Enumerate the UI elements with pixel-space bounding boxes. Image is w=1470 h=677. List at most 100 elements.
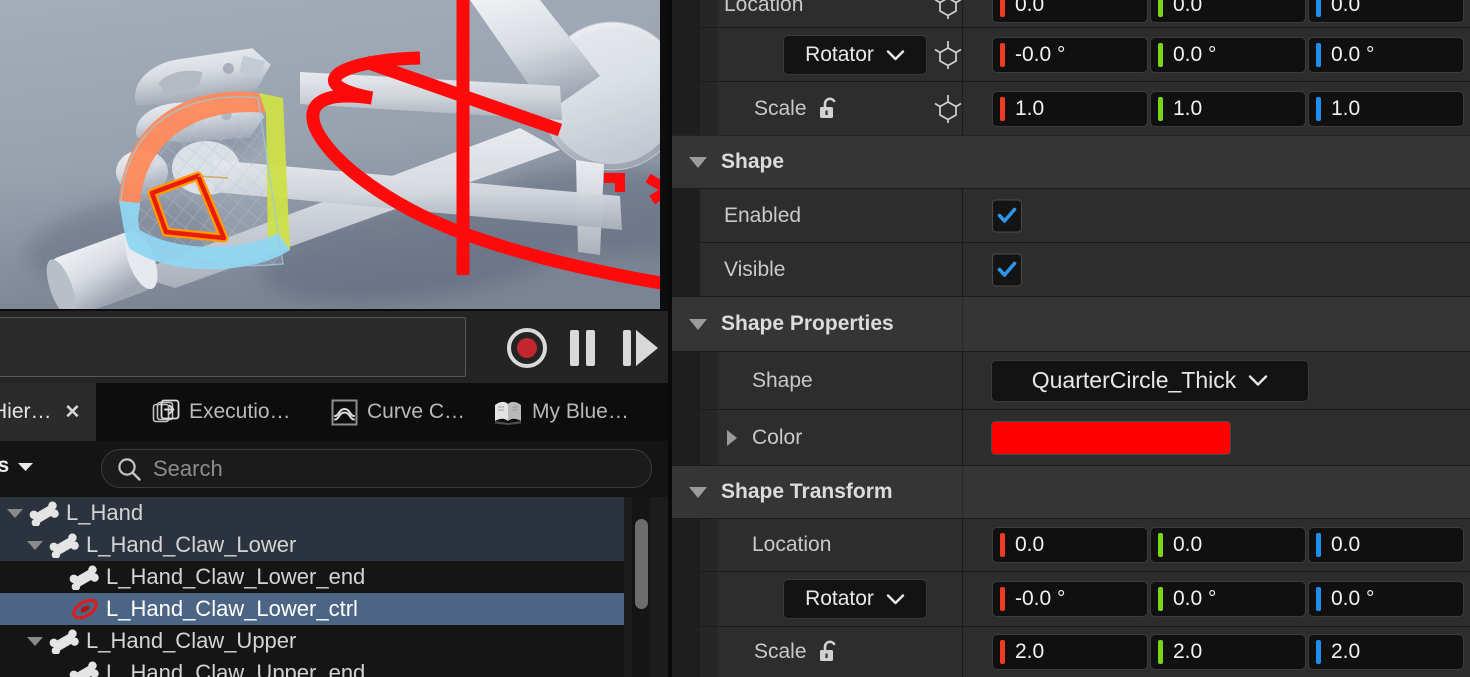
- tree-row-label: L_Hand_Claw_Lower: [86, 532, 297, 557]
- bone-icon: [49, 629, 79, 654]
- location-z-field[interactable]: 0.0: [1308, 0, 1464, 23]
- row-shape[interactable]: Shape QuarterCircle_Thick: [672, 352, 1470, 409]
- tree-row-l-hand-claw-upper-end[interactable]: L_Hand_Claw_Upper_end: [0, 657, 624, 677]
- rotator-y-field[interactable]: 0.0 °: [1150, 36, 1306, 73]
- color-label: Color: [752, 425, 803, 449]
- tree-row-l-hand-claw-lower-ctrl[interactable]: L_Hand_Claw_Lower_ctrl: [0, 593, 624, 625]
- shape-location-x-value: 0.0: [1015, 533, 1045, 556]
- row-rotator-top[interactable]: Rotator -0.0 ° 0.0 ° 0.0 °: [672, 28, 1470, 81]
- search-box[interactable]: [101, 449, 652, 488]
- shape-dropdown[interactable]: QuarterCircle_Thick: [991, 359, 1309, 402]
- tab-my-blueprint[interactable]: My Blue…: [493, 383, 629, 441]
- unlock-icon[interactable]: [817, 96, 841, 122]
- shape-rotator-y-field[interactable]: 0.0 °: [1150, 581, 1306, 617]
- visible-label: Visible: [724, 257, 786, 281]
- tab-close-icon[interactable]: ✕: [65, 403, 81, 422]
- visible-checkbox[interactable]: [992, 253, 1022, 286]
- chevron-down-icon: [886, 594, 905, 605]
- viewport[interactable]: [0, 0, 668, 309]
- tree-row-l-hand-claw-lower[interactable]: L_Hand_Claw_Lower: [0, 529, 624, 561]
- row-shape-scale[interactable]: Scale 2.0 2.0 2.0: [672, 627, 1470, 677]
- step-forward-button[interactable]: [618, 328, 660, 368]
- twisty-expanded-icon[interactable]: [4, 505, 26, 521]
- viewport-render: [0, 0, 668, 309]
- twisty-collapsed-icon[interactable]: [724, 428, 740, 448]
- row-scale-top[interactable]: Scale 1.0 1.0 1.0: [672, 82, 1470, 135]
- scale-z-field[interactable]: 1.0: [1308, 90, 1464, 127]
- hierarchy-tree[interactable]: L_Hand L_Hand_Claw_Lower L_Hand_Claw_Low…: [0, 497, 668, 677]
- scale-y-value: 1.0: [1173, 96, 1203, 120]
- category-header-shape-properties[interactable]: Shape Properties: [672, 297, 1470, 351]
- pivot-axis-icon[interactable]: [934, 40, 962, 70]
- checkmark-icon: [997, 261, 1017, 277]
- row-shape-rotator[interactable]: Rotator -0.0 ° 0.0 ° 0.0 °: [672, 572, 1470, 626]
- location-x-field[interactable]: 0.0: [992, 0, 1148, 23]
- category-shape-transform-label: Shape Transform: [721, 480, 893, 503]
- rotator-x-field[interactable]: -0.0 °: [992, 36, 1148, 73]
- location-y-field[interactable]: 0.0: [1150, 0, 1306, 23]
- shape-location-z-field[interactable]: 0.0: [1308, 527, 1464, 563]
- tab-hierarchy[interactable]: Hier… ✕: [0, 383, 97, 441]
- shape-location-label: Location: [752, 533, 832, 556]
- step-forward-icon: [623, 330, 658, 366]
- row-enabled[interactable]: Enabled: [672, 189, 1470, 242]
- search-input[interactable]: [153, 455, 637, 482]
- category-header-shape[interactable]: Shape: [672, 136, 1470, 188]
- color-swatch[interactable]: [991, 420, 1231, 455]
- category-header-shape-transform[interactable]: Shape Transform: [672, 466, 1470, 518]
- shape-scale-z-field[interactable]: 2.0: [1308, 634, 1464, 670]
- row-color[interactable]: Color: [672, 410, 1470, 465]
- twisty-expanded-icon[interactable]: [24, 633, 46, 649]
- left-column: Hier… ✕ Executio…: [0, 0, 672, 677]
- scale-y-field[interactable]: 1.0: [1150, 90, 1306, 127]
- bone-icon: [69, 565, 99, 590]
- twisty-expanded-icon[interactable]: [688, 155, 708, 169]
- row-visible[interactable]: Visible: [672, 243, 1470, 296]
- options-dropdown-button[interactable]: ions: [0, 454, 35, 478]
- twisty-expanded-icon[interactable]: [688, 485, 708, 499]
- category-shape-label: Shape: [721, 150, 785, 173]
- tree-row-l-hand[interactable]: L_Hand: [0, 497, 624, 529]
- tab-curve-container[interactable]: Curve C…: [331, 383, 465, 441]
- shape-rotator-z-field[interactable]: 0.0 °: [1308, 581, 1464, 617]
- tree-scrollbar-thumb[interactable]: [635, 519, 648, 609]
- shape-rotator-x-field[interactable]: -0.0 °: [992, 581, 1148, 617]
- rotator-z-field[interactable]: 0.0 °: [1308, 36, 1464, 73]
- pivot-axis-icon[interactable]: [934, 0, 962, 20]
- enabled-checkbox[interactable]: [992, 199, 1022, 232]
- record-icon: [507, 328, 547, 368]
- curve-container-icon: [331, 399, 358, 426]
- tree-row-l-hand-claw-upper[interactable]: L_Hand_Claw_Upper: [0, 625, 624, 657]
- control-ellipse-icon: [72, 598, 98, 620]
- shape-scale-y-value: 2.0: [1173, 640, 1203, 663]
- pivot-axis-icon[interactable]: [934, 94, 962, 124]
- bone-icon: [29, 501, 59, 526]
- shape-scale-x-field[interactable]: 2.0: [992, 634, 1148, 670]
- row-shape-location[interactable]: Location 0.0 0.0 0.0: [672, 519, 1470, 571]
- tree-row-l-hand-claw-lower-end[interactable]: L_Hand_Claw_Lower_end: [0, 561, 624, 593]
- scale-x-field[interactable]: 1.0: [992, 90, 1148, 127]
- twisty-expanded-icon[interactable]: [688, 317, 708, 331]
- shape-location-y-field[interactable]: 0.0: [1150, 527, 1306, 563]
- execution-stack-icon: [152, 399, 180, 426]
- tree-row-label: L_Hand: [66, 500, 144, 525]
- shape-rotator-label: Rotator: [805, 587, 874, 610]
- shape-rotator-mode-dropdown[interactable]: Rotator: [783, 579, 927, 619]
- unlock-icon[interactable]: [817, 639, 841, 665]
- shape-scale-label: Scale: [754, 640, 807, 663]
- tab-execution-stack[interactable]: Executio…: [152, 383, 291, 441]
- shape-rotator-y-value: 0.0 °: [1173, 587, 1217, 610]
- row-location-top[interactable]: Location 0.0 0.0 0.0: [672, 0, 1470, 27]
- timeline-scrubber[interactable]: [0, 317, 466, 377]
- record-button[interactable]: [504, 328, 550, 368]
- tab-my-blueprint-label: My Blue…: [532, 400, 629, 423]
- scale-z-value: 1.0: [1331, 96, 1361, 120]
- shape-scale-y-field[interactable]: 2.0: [1150, 634, 1306, 670]
- search-icon: [118, 457, 141, 481]
- tab-execution-stack-label: Executio…: [189, 400, 291, 423]
- twisty-expanded-icon[interactable]: [24, 537, 46, 553]
- rotator-mode-dropdown[interactable]: Rotator: [783, 34, 927, 75]
- shape-location-x-field[interactable]: 0.0: [992, 527, 1148, 563]
- pause-button[interactable]: [562, 328, 604, 368]
- details-panel: Location 0.0 0.0 0.0 Rotator -0.0 ° 0.0 …: [672, 0, 1470, 677]
